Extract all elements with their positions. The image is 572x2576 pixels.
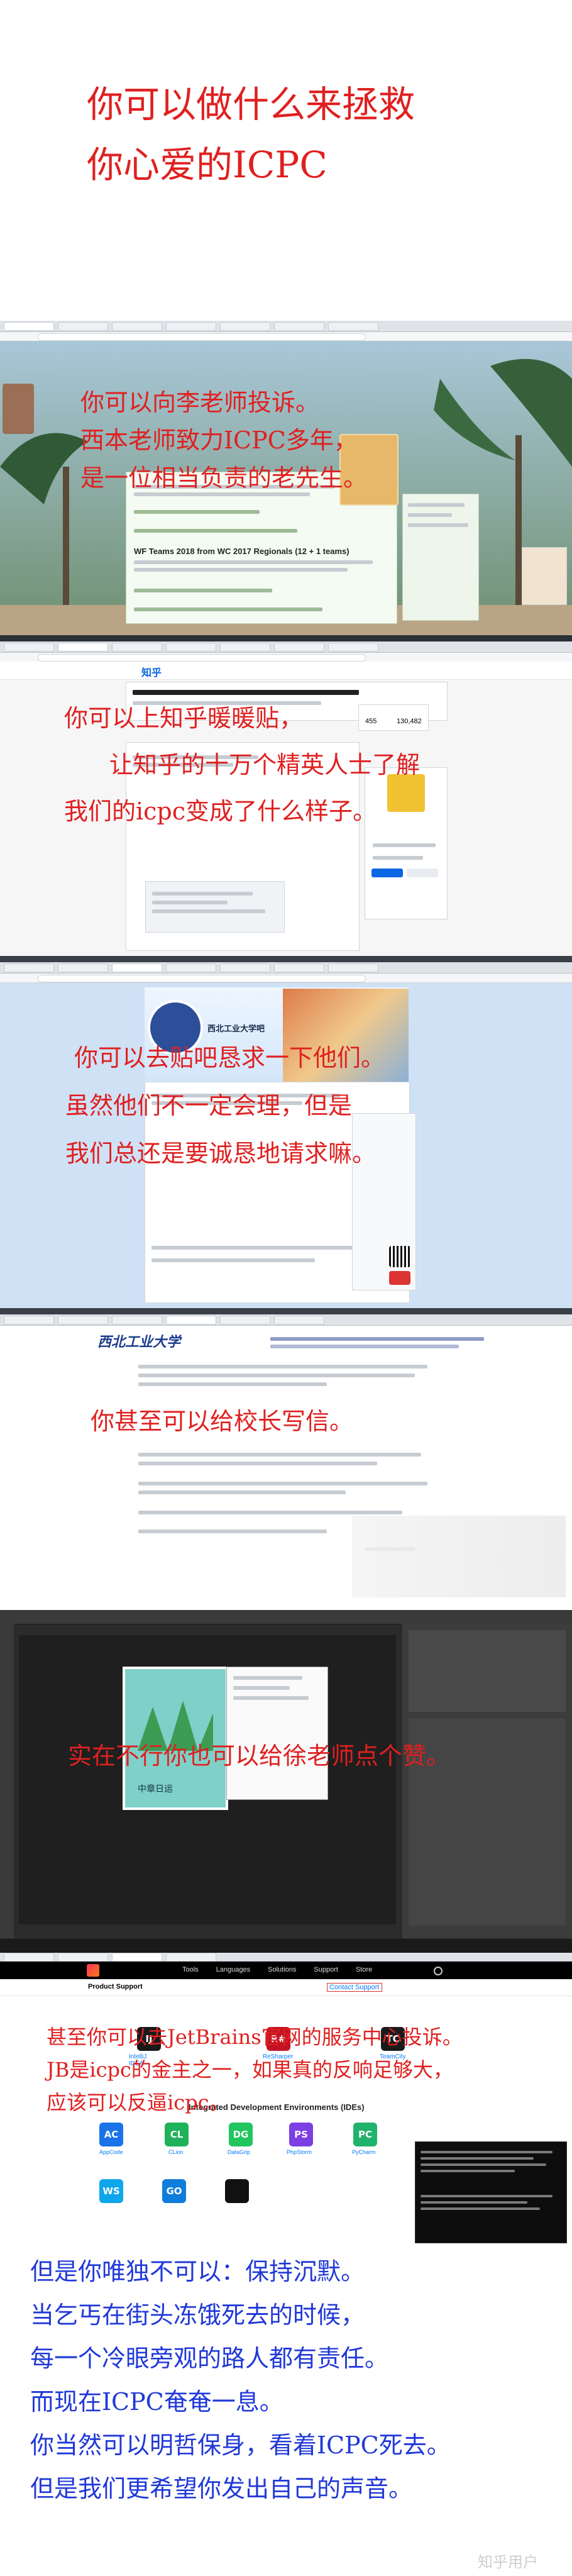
school-nav [270, 1333, 497, 1350]
sticker-caption: 实在不行你也可以给徐老师点个赞。 [68, 1737, 450, 1775]
code-overlay [415, 2141, 567, 2243]
browser-urlbar [0, 332, 572, 341]
jetbrains-line-3: 应该可以反逼icpc。 [47, 2090, 229, 2114]
nav-support[interactable]: Support [314, 1966, 338, 1974]
teacher-caption: 你可以向李老师投诉。 西本老师致力ICPC多年， 是一位相当负责的老先生。 [80, 384, 367, 497]
ps-dialog [226, 1667, 328, 1800]
nav-store[interactable]: Store [356, 1966, 372, 1974]
closing-line-5: 你当然可以明哲保身，看着ICPC死去。 [30, 2431, 451, 2459]
follow-button[interactable] [371, 869, 403, 877]
jetbrains-line-1: 甚至你可以去JetBrains官网的服务中心投诉。 [47, 2025, 463, 2049]
zhihu-line-3: 我们的icpc变成了什么样子。 [64, 797, 377, 825]
closing-line-4: 而现在ICPC奄奄一息。 [30, 2388, 283, 2416]
right-widget [402, 494, 479, 621]
sticker-line-1: 实在不行你也可以给徐老师点个赞。 [68, 1742, 451, 1770]
product-clion[interactable]: CL [165, 2123, 189, 2146]
jb-header: Tools Languages Solutions Support Store [0, 1962, 572, 1979]
page-title: 你可以做什么来拯救 你心爱的ICPC [87, 80, 415, 189]
title-line-2: 你心爱的ICPC [87, 143, 327, 186]
product-phpstorm[interactable]: PS [289, 2123, 313, 2146]
ps-toolbar [0, 1610, 572, 1624]
watermark-graphic [352, 1516, 566, 1597]
screenshot-tieba: 西北工业大学吧 你可以去贴吧恳求一下他们。 虽然他们不一定会理，但是 我们总还是… [0, 962, 572, 1314]
tieba-caption: 你可以去贴吧恳求一下他们。 虽然他们不一定会理，但是 我们总还是要诚恳地请求嘛。 [65, 1039, 385, 1172]
product-appcode-label: AppCode [99, 2149, 123, 2155]
url-field-zhihu[interactable] [38, 654, 366, 662]
product-datagrip[interactable]: DG [229, 2123, 253, 2146]
search-icon[interactable] [434, 1967, 443, 1975]
zhihu-logo[interactable]: 知乎 [141, 664, 162, 679]
product-datagrip-label: DataGrip [228, 2149, 251, 2155]
url-field[interactable] [38, 333, 366, 341]
closing-line-6: 但是我们更希望你发出自己的声音。 [30, 2475, 413, 2502]
jb-subheader: Product Support Contact Support [0, 1979, 572, 1996]
watermark: 知乎用户 [478, 2553, 538, 2571]
closing-line-3: 每一个冷眼旁观的路人都有责任。 [30, 2345, 389, 2372]
message-button[interactable] [407, 869, 438, 877]
jetbrains-caption: 甚至你可以去JetBrains官网的服务中心投诉。 JB是icpc的金主之一，如… [47, 2021, 463, 2119]
product-support-title: Product Support [88, 1983, 143, 1990]
ps-tools-column [0, 1624, 14, 1938]
zhihu-line-1: 你可以上知乎暖暖贴， [64, 704, 304, 732]
tieba-name[interactable]: 西北工业大学吧 [207, 1022, 265, 1034]
screenshot-teacher: WF Teams 2018 from WC 2017 Regionals (12… [0, 321, 572, 641]
avatar [3, 384, 34, 434]
product-goland[interactable]: GO [162, 2179, 186, 2203]
zhihu-header: 知乎 [0, 662, 572, 680]
product-appcode[interactable]: AC [99, 2123, 123, 2146]
zhihu-line-2: 让知乎的十万个精英人士了解 [109, 751, 421, 779]
tieba-line-1: 你可以去贴吧恳求一下他们。 [74, 1044, 385, 1072]
product-pycharm-label: PyCharm [352, 2149, 376, 2155]
wf-heading[interactable]: WF Teams 2018 from WC 2017 Regionals (12… [134, 547, 349, 556]
screenshot-jetbrains: Tools Languages Solutions Support Store … [0, 1953, 572, 2251]
right-ad [522, 547, 567, 605]
closing-text: 但是你唯独不可以：保持沉默。 当乞丐在街头冻饿死去的时候， 每一个冷眼旁观的路人… [30, 2254, 451, 2507]
product-webstorm[interactable]: WS [99, 2179, 123, 2203]
teacher-line-2: 西本老师致力ICPC多年， [80, 426, 358, 454]
product-rider[interactable] [225, 2179, 249, 2203]
product-clion-label: CLion [168, 2149, 184, 2155]
principal-caption: 你甚至可以给校长写信。 [91, 1402, 353, 1440]
screenshot-principal: 西北工业大学 你甚至可以给校长写信。 [0, 1314, 572, 1610]
zhihu-caption: 你可以上知乎暖暖贴， 让知乎的十万个精英人士了解 我们的icpc变成了什么样子。 [64, 699, 420, 830]
jetbrains-line-2: JB是icpc的金主之一，如果真的反响足够大， [47, 2058, 453, 2082]
teacher-line-3: 是一位相当负责的老先生。 [80, 464, 368, 492]
browser-tabbar [0, 321, 572, 332]
tieba-line-3: 我们总还是要诚恳地请求嘛。 [65, 1140, 377, 1167]
closing-line-1: 但是你唯独不可以：保持沉默。 [30, 2258, 365, 2285]
screenshot-sticker: 中章日运 实在不行你也可以给徐老师点个赞。 [0, 1610, 572, 1953]
closing-line-2: 当乞丐在街头冻饿死去的时候， [30, 2301, 365, 2329]
product-pycharm[interactable]: PC [353, 2123, 377, 2146]
gift-icon [389, 1271, 410, 1285]
nav-solutions[interactable]: Solutions [268, 1966, 296, 1974]
jb-nav: Tools Languages Solutions Support Store [182, 1966, 372, 1974]
ps-right-panels [402, 1624, 572, 1938]
qr-code [389, 1246, 410, 1267]
jetbrains-logo-icon[interactable] [87, 1964, 99, 1977]
principal-line-1: 你甚至可以给校长写信。 [91, 1407, 354, 1435]
title-line-1: 你可以做什么来拯救 [87, 83, 415, 126]
screenshot-zhihu: 知乎 455 130,482 你可以上知乎暖暖贴， 让知乎的十万个精英人士了解 … [0, 641, 572, 962]
product-phpstorm-label: PhpStorm [287, 2149, 312, 2155]
nav-tools[interactable]: Tools [182, 1966, 199, 1974]
nav-languages[interactable]: Languages [216, 1966, 250, 1974]
tieba-line-2: 虽然他们不一定会理，但是 [65, 1092, 353, 1119]
url-field-tieba[interactable] [38, 975, 366, 982]
sticker-label: 中章日运 [138, 1784, 173, 1794]
teacher-line-1: 你可以向李老师投诉。 [80, 389, 320, 416]
school-logo[interactable]: 西北工业大学 [97, 1331, 180, 1351]
contact-support-link[interactable]: Contact Support [327, 1983, 382, 1992]
embedded-post [145, 881, 285, 933]
